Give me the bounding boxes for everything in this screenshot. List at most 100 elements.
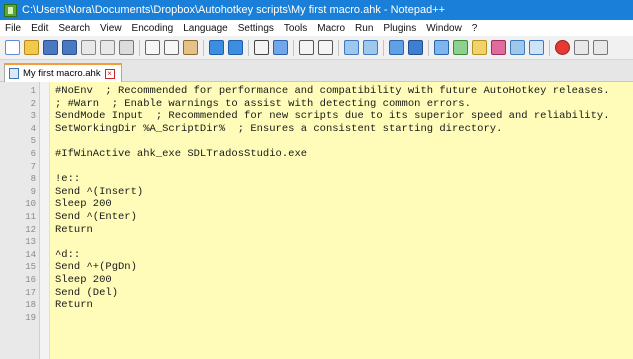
line-number-gutter: 1 2 3 4 5 6 7 8 9 10 11 12 13 14 15 16 17 18 19 (0, 82, 40, 359)
find-icon[interactable] (254, 40, 269, 55)
code-line[interactable]: ; #Warn ; Enable warnings to assist with… (55, 98, 633, 111)
tab-label: My first macro.ahk (23, 68, 101, 79)
save-icon[interactable] (43, 40, 58, 55)
code-line[interactable]: ^d:: (55, 249, 633, 262)
notepad-plus-plus-app-icon[interactable] (4, 3, 17, 17)
line-number: 15 (25, 262, 36, 273)
line-number: 18 (25, 300, 36, 311)
toolbar-separator (203, 39, 204, 56)
line-number: 10 (25, 199, 36, 210)
code-line[interactable]: !e:: (55, 173, 633, 186)
toolbar (0, 36, 633, 60)
tab-my-first-macro[interactable]: My first macro.ahk × (4, 63, 122, 82)
code-line[interactable]: #IfWinActive ahk_exe SDLTradosStudio.exe (55, 148, 633, 161)
line-number: 9 (30, 186, 36, 197)
new-file-icon[interactable] (5, 40, 20, 55)
close-tab-icon[interactable]: × (104, 68, 115, 79)
line-number: 2 (30, 98, 36, 109)
code-line[interactable]: Sleep 200 (55, 274, 633, 287)
menu-settings[interactable]: Settings (233, 23, 279, 34)
line-number: 3 (30, 111, 36, 122)
menu-search[interactable]: Search (53, 23, 95, 34)
undo-icon[interactable] (209, 40, 224, 55)
line-number: 16 (25, 275, 36, 285)
line-number: 14 (25, 249, 36, 260)
toolbar-separator (428, 39, 429, 56)
menu-file[interactable]: File (0, 23, 26, 34)
menu-tools[interactable]: Tools (279, 23, 312, 34)
sync-horizontal-icon[interactable] (363, 40, 378, 55)
code-line[interactable]: Send ^(Insert) (55, 186, 633, 199)
line-number: 7 (30, 161, 36, 172)
code-line[interactable]: Send (Del) (55, 287, 633, 300)
replace-icon[interactable] (273, 40, 288, 55)
document-map-icon[interactable] (453, 40, 468, 55)
cut-icon[interactable] (145, 40, 160, 55)
sync-vertical-icon[interactable] (344, 40, 359, 55)
code-line[interactable]: Send ^+(PgDn) (55, 261, 633, 274)
menu-window[interactable]: Window (421, 23, 467, 34)
line-number: 1 (30, 86, 36, 96)
window-title: C:\Users\Nora\Documents\Dropbox\Autohotk… (22, 4, 446, 16)
line-number: 12 (25, 224, 36, 235)
zoom-in-icon[interactable] (299, 40, 314, 55)
code-line[interactable]: #NoEnv ; Recommended for performance and… (55, 85, 633, 98)
stop-macro-icon[interactable] (574, 40, 589, 55)
menu-bar: File Edit Search View Encoding Language Settin… (0, 20, 633, 36)
indent-guide-icon[interactable] (434, 40, 449, 55)
menu-encoding[interactable]: Encoding (127, 23, 179, 34)
code-line[interactable]: Sleep 200 (55, 198, 633, 211)
code-line[interactable]: SendMode Input ; Recommended for new scr… (55, 110, 633, 123)
line-number: 17 (25, 287, 36, 298)
save-all-icon[interactable] (62, 40, 77, 55)
zoom-out-icon[interactable] (318, 40, 333, 55)
fold-margin[interactable] (40, 82, 50, 359)
menu-help[interactable]: ? (467, 23, 483, 34)
code-line[interactable]: SetWorkingDir %A_ScriptDir% ; Ensures a … (55, 123, 633, 136)
menu-plugins[interactable]: Plugins (378, 23, 421, 34)
toolbar-separator (338, 39, 339, 56)
paste-icon[interactable] (183, 40, 198, 55)
word-wrap-icon[interactable] (389, 40, 404, 55)
code-line[interactable]: Send ^(Enter) (55, 211, 633, 224)
code-line[interactable] (55, 161, 633, 174)
menu-language[interactable]: Language (178, 23, 233, 34)
line-number: 4 (30, 123, 36, 134)
file-icon (9, 68, 19, 79)
close-all-icon[interactable] (100, 40, 115, 55)
record-macro-icon[interactable] (555, 40, 570, 55)
redo-icon[interactable] (228, 40, 243, 55)
code-editor[interactable]: 1 2 3 4 5 6 7 8 9 10 11 12 13 14 15 16 17 18 19 #NoEnv ; R… (0, 82, 633, 359)
code-line[interactable]: Return (55, 299, 633, 312)
copy-icon[interactable] (164, 40, 179, 55)
line-number: 8 (30, 174, 36, 185)
code-line[interactable] (55, 135, 633, 148)
menu-view[interactable]: View (95, 23, 127, 34)
menu-run[interactable]: Run (350, 23, 378, 34)
line-number: 5 (30, 136, 36, 147)
code-line[interactable]: Return (55, 224, 633, 237)
toolbar-separator (139, 39, 140, 56)
monitor-icon[interactable] (510, 40, 525, 55)
eye-icon[interactable] (529, 40, 544, 55)
menu-macro[interactable]: Macro (312, 23, 350, 34)
open-file-icon[interactable] (24, 40, 39, 55)
close-icon[interactable] (81, 40, 96, 55)
show-all-chars-icon[interactable] (408, 40, 423, 55)
toolbar-separator (383, 39, 384, 56)
code-line[interactable] (55, 236, 633, 249)
play-macro-icon[interactable] (593, 40, 608, 55)
menu-edit[interactable]: Edit (26, 23, 53, 34)
line-number: 6 (30, 149, 36, 159)
tab-bar: My first macro.ahk × (0, 60, 633, 82)
toolbar-separator (248, 39, 249, 56)
title-bar: C:\Users\Nora\Documents\Dropbox\Autohotk… (0, 0, 633, 20)
function-list-icon[interactable] (472, 40, 487, 55)
folder-workspace-icon[interactable] (491, 40, 506, 55)
line-number: 11 (25, 212, 36, 222)
code-line[interactable] (55, 312, 633, 325)
toolbar-separator (549, 39, 550, 56)
line-number: 13 (25, 237, 36, 248)
print-icon[interactable] (119, 40, 134, 55)
toolbar-separator (293, 39, 294, 56)
